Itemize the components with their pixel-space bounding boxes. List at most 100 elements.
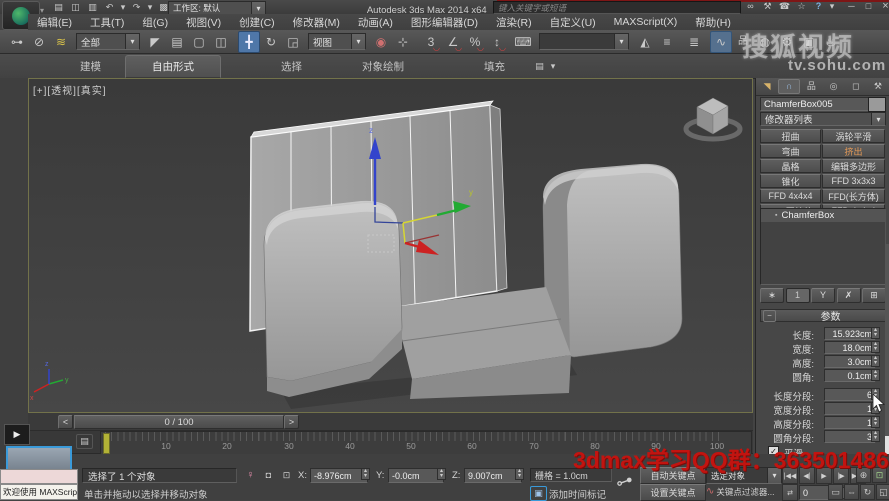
tab-display-icon[interactable]: ◻ [845,79,867,94]
ribbon-tab-freeform[interactable]: 自由形式 [125,55,221,78]
menu-tools[interactable]: 工具(T) [81,15,133,30]
redo-icon[interactable]: ↷ [128,0,145,15]
favorites-star-icon[interactable]: ☆ [793,0,810,14]
select-and-rotate-icon[interactable]: ↻ [260,31,282,53]
ribbon-tab-populate[interactable]: 填充 [474,57,515,76]
communication-center-icon[interactable]: ☎ [776,0,793,14]
align-icon[interactable]: ≡ [656,31,678,53]
named-selection-set-dropdown[interactable]: ▾ [539,33,629,50]
spinner-snap-icon[interactable]: ↕◡ [486,31,508,53]
isolate-selection-icon[interactable]: ♀ [242,468,259,483]
menu-edit[interactable]: 编辑(E) [28,15,81,30]
time-slider-handle[interactable]: 0 / 100 [74,415,284,429]
param-length-field[interactable]: 15.923cm [824,327,876,340]
save-file-icon[interactable]: ▥ [84,0,101,15]
help-icon[interactable]: ? [810,0,827,14]
modifier-button-ffd444[interactable]: FFD 4x4x4 [760,189,821,203]
param-height-segs-field[interactable]: 1 [824,416,876,429]
maxscript-listener-pane[interactable]: 欢迎使用 MAXScript [0,484,78,500]
param-length-spinner[interactable]: ▴▾ [871,327,880,339]
tab-motion-icon[interactable]: ◎ [823,79,845,94]
maximize-button[interactable]: □ [860,0,877,14]
configure-modifier-sets-icon[interactable]: ⊞ [862,288,886,303]
viewport-label[interactable]: [+][透视][真实] [33,82,107,97]
undo-caret-icon[interactable]: ▾ [118,0,128,15]
pin-stack-icon[interactable]: ∗ [760,288,784,303]
mirror-icon[interactable]: ◭ [634,31,656,53]
param-height-spinner[interactable]: ▴▾ [871,355,880,367]
select-and-manipulate-icon[interactable]: ⊹ [392,31,414,53]
time-tag-window-icon[interactable]: ▣ [530,486,547,501]
reference-coordsys-dropdown[interactable]: 视图 ▾ [308,33,366,50]
add-time-tag[interactable]: 添加时间标记 [549,487,606,501]
param-length-segs-field[interactable]: 6 [824,388,876,401]
search-input[interactable]: 键入关键字或短语 [493,1,741,14]
show-end-result-icon[interactable]: 1 [786,288,810,303]
unlink-selection-icon[interactable]: ⊘ [28,31,50,53]
modifier-button-ffd333[interactable]: FFD 3x3x3 [822,174,885,188]
search-go-icon[interactable]: ∞ [742,0,759,14]
param-height-segs-spinner[interactable]: ▴▾ [871,416,880,428]
panel-scrollbar[interactable] [885,244,889,466]
menu-animation[interactable]: 动画(A) [349,15,402,30]
menu-rendering[interactable]: 渲染(R) [487,15,541,30]
modifier-button-twist[interactable]: 扭曲 [760,129,821,143]
make-unique-icon[interactable]: Y [811,288,835,303]
redo-caret-icon[interactable]: ▾ [145,0,155,15]
minimize-button[interactable]: ─ [843,0,860,14]
bind-to-spacewarp-icon[interactable]: ≋ [50,31,72,53]
modifier-button-editpoly[interactable]: 编辑多边形 [822,159,885,173]
frame-indicator[interactable] [103,433,110,454]
ribbon-tab-selection[interactable]: 选择 [271,57,312,76]
menu-help[interactable]: 帮助(H) [686,15,740,30]
remove-modifier-icon[interactable]: ✗ [837,288,861,303]
select-and-link-icon[interactable]: ⊶ [6,31,28,53]
snap-toggle-3d-icon[interactable]: 3◡ [420,31,442,53]
menu-modifiers[interactable]: 修改器(M) [284,15,349,30]
layer-manager-icon[interactable]: ≣ [683,31,705,53]
x-coord-field[interactable]: -8.976cm [310,468,368,483]
param-height-field[interactable]: 3.0cm [824,355,876,368]
y-coord-field[interactable]: -0.0cm [388,468,444,483]
tab-create-icon[interactable]: ◥ [756,79,778,94]
selection-lock-icon[interactable]: ◘ [260,468,277,483]
tab-hierarchy-icon[interactable]: 品 [800,79,822,94]
new-file-icon[interactable]: ▤ [50,0,67,15]
workspace-dropdown[interactable]: 工作区: 默认 ▾ [168,1,266,15]
param-fillet-spinner[interactable]: ▴▾ [871,369,880,381]
select-by-name-icon[interactable]: ▤ [166,31,188,53]
set-key-button[interactable]: 设置关键点 [640,484,706,501]
perspective-viewport[interactable]: z y x y z [+][透视][真实] [28,78,753,413]
window-crossing-icon[interactable]: ◫ [210,31,232,53]
modifier-button-taper[interactable]: 锥化 [760,174,821,188]
param-width-segs-field[interactable]: 1 [824,402,876,415]
tab-utilities-icon[interactable]: ⚒ [867,79,889,94]
orbit-icon[interactable]: ↻ [860,484,875,500]
timeslider-prev-frame-button[interactable]: < [58,415,73,429]
select-object-icon[interactable]: ◤ [144,31,166,53]
ribbon-collapse-caret-icon[interactable]: ▾ [548,59,558,74]
help-caret-icon[interactable]: ▾ [827,0,837,14]
pan-icon[interactable]: ⇔ [844,484,859,500]
key-filters-button[interactable]: ∿ 关键点过滤器... [706,484,780,499]
zoom-region-icon[interactable]: ▭ [828,484,843,500]
curve-editor-icon[interactable]: ∿ [710,31,732,53]
selection-filter-dropdown[interactable]: 全部 ▾ [76,33,140,50]
object-color-swatch[interactable] [868,97,886,112]
param-width-field[interactable]: 18.0cm [824,341,876,354]
object-name-field[interactable]: ChamferBox005 [760,97,870,111]
select-and-scale-icon[interactable]: ◲ [282,31,304,53]
modifier-button-bend[interactable]: 弯曲 [760,144,821,158]
open-file-icon[interactable]: ◫ [67,0,84,15]
x-coord-spinner[interactable]: ▴▾ [361,468,370,480]
modifier-button-turbosmooth[interactable]: 涡轮平滑 [822,129,885,143]
tab-modify-icon[interactable]: ∩ [778,79,800,94]
keyboard-override-icon[interactable]: ⌨ [512,31,534,53]
z-coord-spinner[interactable]: ▴▾ [515,468,524,480]
subscription-wrench-icon[interactable]: ⚒ [759,0,776,14]
modifier-button-extrude[interactable]: 挤出 [822,144,885,158]
parameters-rollout-header[interactable]: − 参数 [760,309,886,322]
close-button[interactable]: × [877,0,889,14]
timeslider-next-frame-button[interactable]: > [284,415,299,429]
param-width-spinner[interactable]: ▴▾ [871,341,880,353]
